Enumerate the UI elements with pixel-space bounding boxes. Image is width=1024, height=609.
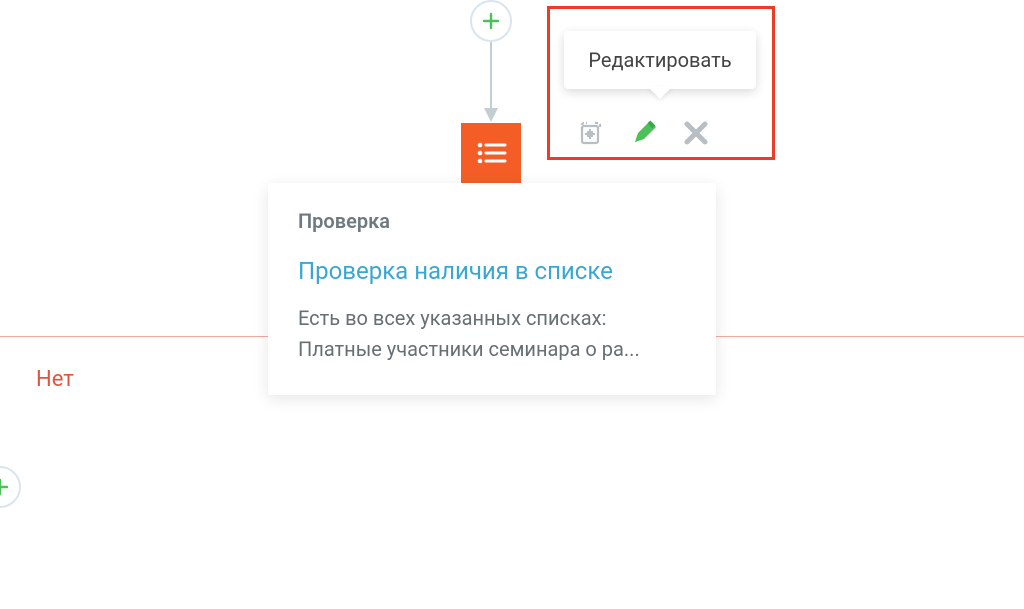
add-node-button-left[interactable]: [0, 466, 21, 508]
close-icon: [683, 120, 709, 146]
copy-node-button[interactable]: [576, 117, 608, 149]
pencil-icon: [630, 119, 658, 147]
card-type-label: Проверка: [298, 209, 686, 233]
list-icon: [473, 135, 509, 171]
edit-node-button[interactable]: [628, 117, 660, 149]
branch-label-no: Нет: [36, 367, 74, 392]
plus-icon: [0, 477, 10, 497]
card-desc-line: Платные участники семинара о ра...: [298, 334, 686, 365]
edit-tooltip: Редактировать: [564, 31, 756, 89]
delete-node-button[interactable]: [680, 117, 712, 149]
tooltip-arrow: [648, 87, 672, 99]
branch-line-right: [716, 336, 1024, 337]
card-desc-line: Есть во всех указанных списках:: [298, 303, 686, 334]
node-card[interactable]: Проверка Проверка наличия в списке Есть …: [268, 183, 716, 395]
card-description: Есть во всех указанных списках: Платные …: [298, 303, 686, 365]
copy-icon: [578, 119, 606, 147]
node-action-row: [576, 117, 712, 149]
plus-icon: [481, 11, 501, 31]
add-node-button[interactable]: [470, 0, 512, 42]
node-check-tile[interactable]: [461, 123, 521, 183]
connector-arrow: [490, 42, 492, 120]
tooltip-label: Редактировать: [588, 48, 731, 72]
card-title[interactable]: Проверка наличия в списке: [298, 257, 686, 285]
branch-line-left: [0, 336, 268, 337]
